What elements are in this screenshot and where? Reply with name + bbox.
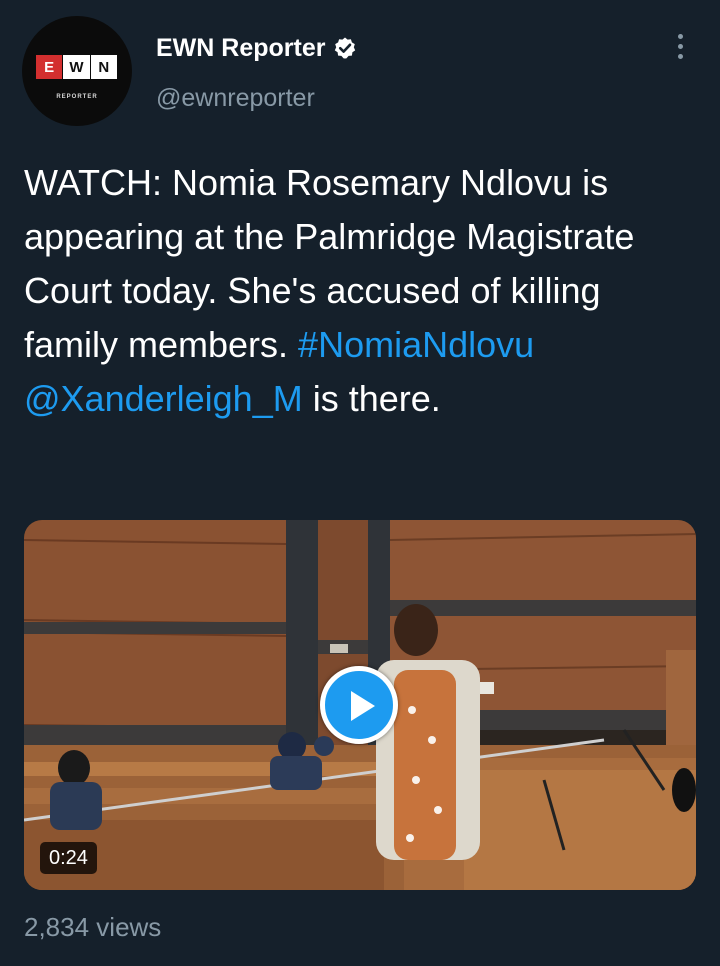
video-duration: 0:24: [40, 842, 97, 874]
verified-badge-icon: [333, 36, 357, 60]
play-icon: [351, 691, 375, 721]
mention-link[interactable]: @Xanderleigh_M: [24, 378, 303, 419]
author-name-row[interactable]: EWN Reporter: [156, 32, 357, 64]
profile-avatar[interactable]: E W N REPORTER: [22, 16, 132, 126]
play-button[interactable]: [320, 666, 398, 744]
logo-letter-e: E: [36, 55, 63, 79]
display-name[interactable]: EWN Reporter: [156, 34, 325, 63]
hashtag-link[interactable]: #NomiaNdlovu: [298, 324, 534, 365]
logo-letter-w: W: [63, 55, 90, 79]
ewn-logo: E W N: [36, 55, 118, 79]
more-options-icon[interactable]: [668, 34, 692, 64]
view-count: 2,834 views: [24, 912, 162, 942]
tweet-text: WATCH: Nomia Rosemary Ndlovu is appearin…: [24, 156, 704, 426]
user-handle[interactable]: @ewnreporter: [156, 84, 315, 113]
tweet-text-part: is there.: [302, 378, 441, 419]
logo-letter-n: N: [90, 55, 117, 79]
logo-subtext: REPORTER: [56, 94, 98, 100]
